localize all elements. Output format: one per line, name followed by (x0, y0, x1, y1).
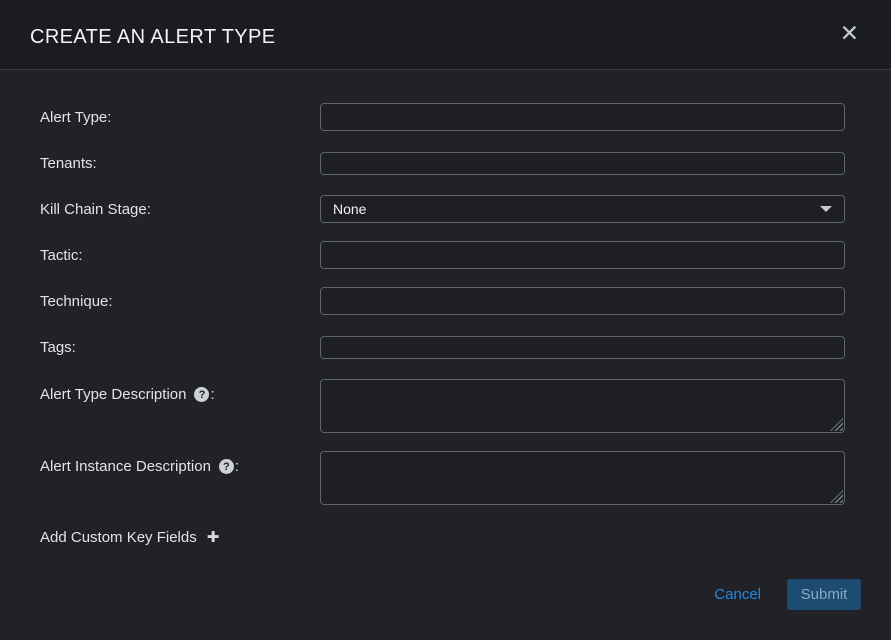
tactic-input[interactable] (320, 241, 845, 269)
form-row-alert-type-description: Alert Type Description ? : (40, 379, 845, 433)
chevron-down-icon (820, 206, 832, 212)
modal-body: Alert Type: Tenants: Kill Chain Stage: N… (0, 70, 891, 575)
modal-footer: Cancel Submit (0, 579, 891, 640)
alert-type-label: Alert Type: (40, 109, 320, 126)
technique-label: Technique: (40, 293, 320, 310)
alert-type-description-label: Alert Type Description ? : (40, 379, 320, 403)
alert-instance-description-textarea[interactable] (320, 451, 845, 505)
tags-input[interactable] (320, 336, 845, 359)
kill-chain-stage-selected-value: None (333, 201, 366, 217)
close-icon[interactable]: ✕ (836, 21, 863, 48)
kill-chain-stage-label: Kill Chain Stage: (40, 201, 320, 218)
help-icon[interactable]: ? (219, 459, 234, 474)
tenants-label: Tenants: (40, 155, 320, 172)
plus-icon[interactable]: ✚ (207, 530, 220, 545)
submit-button[interactable]: Submit (787, 579, 861, 610)
alert-type-input[interactable] (320, 103, 845, 131)
modal-header: CREATE AN ALERT TYPE ✕ (0, 0, 891, 70)
tactic-label: Tactic: (40, 247, 320, 264)
form-row-kill-chain-stage: Kill Chain Stage: None (40, 195, 845, 223)
tenants-input[interactable] (320, 152, 845, 175)
technique-input[interactable] (320, 287, 845, 315)
form-row-alert-instance-description: Alert Instance Description ? : (40, 451, 845, 505)
form-row-tags: Tags: (40, 333, 845, 361)
form-row-tenants: Tenants: (40, 149, 845, 177)
alert-type-description-textarea[interactable] (320, 379, 845, 433)
tags-label: Tags: (40, 339, 320, 356)
form-row-tactic: Tactic: (40, 241, 845, 269)
add-custom-key-fields-label: Add Custom Key Fields (40, 529, 197, 546)
create-alert-type-modal: CREATE AN ALERT TYPE ✕ Alert Type: Tenan… (0, 0, 891, 640)
kill-chain-stage-select[interactable]: None (320, 195, 845, 223)
modal-title: CREATE AN ALERT TYPE (30, 26, 276, 49)
form-row-alert-type: Alert Type: (40, 103, 845, 131)
help-icon[interactable]: ? (194, 387, 209, 402)
form-row-technique: Technique: (40, 287, 845, 315)
add-custom-key-fields-row: Add Custom Key Fields ✚ (40, 529, 845, 546)
cancel-button[interactable]: Cancel (712, 582, 763, 607)
alert-instance-description-label: Alert Instance Description ? : (40, 451, 320, 475)
